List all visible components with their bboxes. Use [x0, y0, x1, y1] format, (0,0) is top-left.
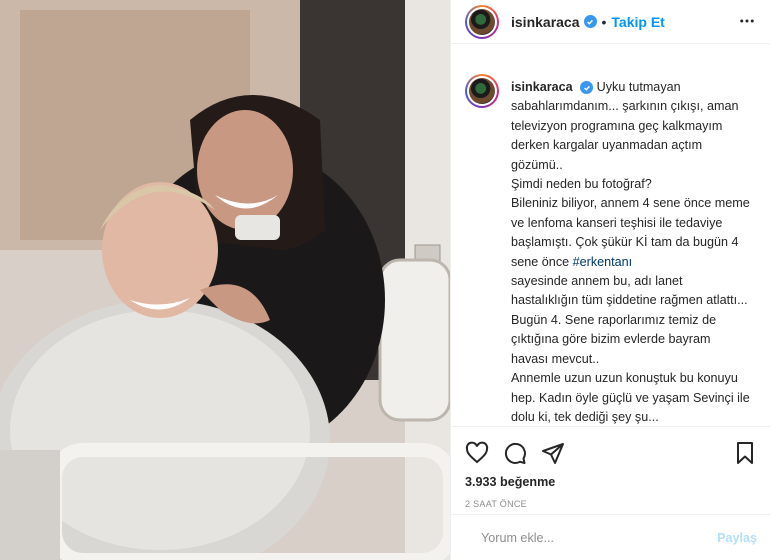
- follow-button[interactable]: Takip Et: [611, 14, 664, 30]
- username-link[interactable]: isinkaraca: [511, 14, 580, 30]
- action-icons: [465, 435, 757, 471]
- avatar-image: [469, 8, 495, 35]
- share-icon[interactable]: [541, 441, 565, 465]
- caption-username[interactable]: isinkaraca: [511, 80, 573, 94]
- caption-body: Uyku tutmayan sabahlarımdanım... şarkını…: [511, 80, 750, 269]
- separator-dot: •: [601, 13, 607, 30]
- caption-body-rest: sayesinde annem bu, adı lanet hastalıklı…: [511, 274, 750, 424]
- post-sidebar: isinkaraca • Takip Et isinkaraca Uyku tu…: [450, 0, 770, 560]
- comment-icon[interactable]: [503, 441, 527, 465]
- comment-input[interactable]: [481, 530, 718, 545]
- verified-badge-icon: [580, 81, 594, 95]
- likes-count[interactable]: 3.933 beğenme: [465, 475, 757, 489]
- hashtag-link[interactable]: #erkentanı: [573, 255, 633, 269]
- caption-comment: isinkaraca Uyku tutmayan sabahlarımdanım…: [465, 60, 755, 424]
- comment-form: Paylaş: [451, 514, 770, 560]
- post-timestamp[interactable]: 2 SAAT ÖNCE: [465, 499, 757, 509]
- post-actions: 3.933 beğenme 2 SAAT ÖNCE: [451, 426, 770, 509]
- post-photo[interactable]: [0, 0, 450, 560]
- avatar[interactable]: [465, 4, 499, 39]
- heart-icon[interactable]: [465, 441, 489, 465]
- verified-badge-icon: [583, 15, 597, 28]
- bookmark-icon[interactable]: [733, 441, 757, 465]
- post-comment-button[interactable]: Paylaş: [717, 531, 757, 545]
- caption-text: isinkaraca Uyku tutmayan sabahlarımdanım…: [511, 78, 751, 424]
- more-options-icon[interactable]: [738, 12, 756, 35]
- caption-avatar[interactable]: [465, 74, 499, 108]
- post-image: [0, 0, 450, 560]
- post-header: isinkaraca • Takip Et: [451, 0, 770, 44]
- caption-scroll-area[interactable]: isinkaraca Uyku tutmayan sabahlarımdanım…: [451, 60, 770, 424]
